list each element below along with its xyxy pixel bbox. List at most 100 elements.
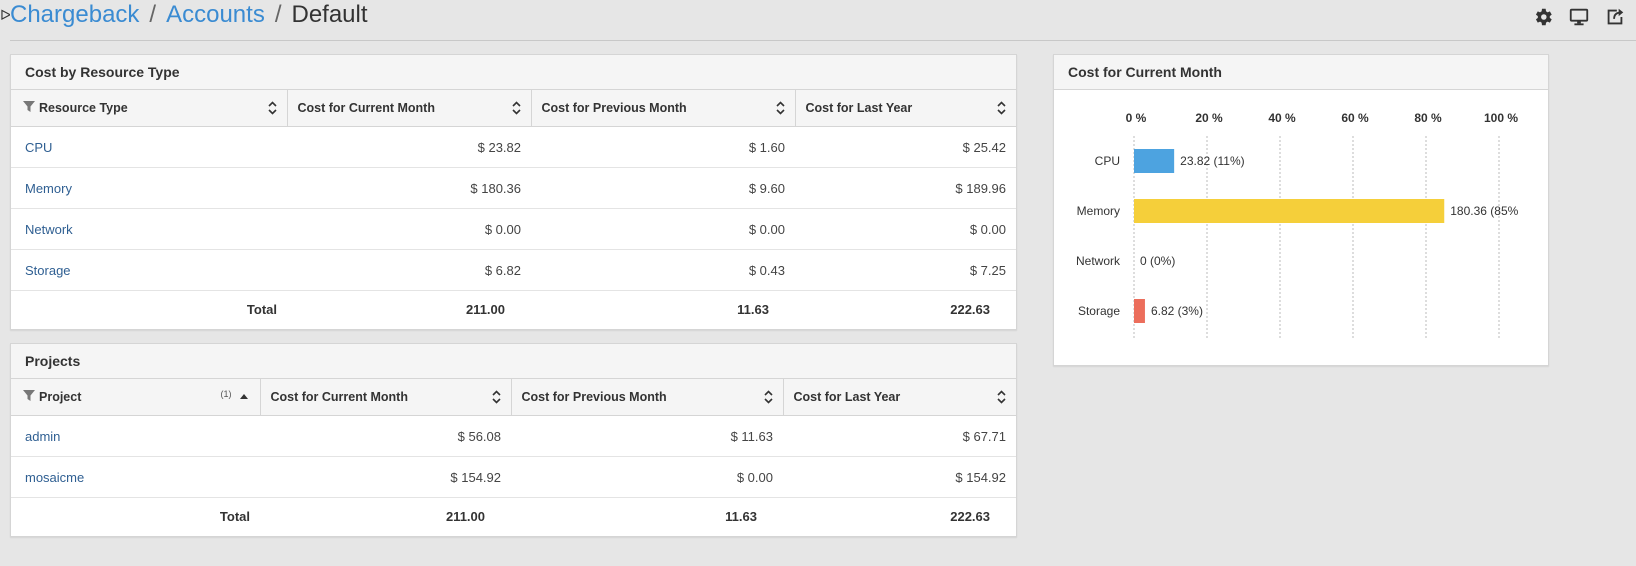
last-year-cell: $ 25.42 xyxy=(795,126,1016,168)
breadcrumb-separator: / xyxy=(149,1,157,28)
column-header-previous-month[interactable]: Cost for Previous Month xyxy=(531,90,796,127)
cost-bar-chart: 0 % 20 % 40 % 60 % 80 % 100 % CPU 23.82 (11%) Me… xyxy=(1076,111,1519,340)
resource-panel-title: Cost by Resource Type xyxy=(11,55,1016,90)
filter-icon[interactable] xyxy=(23,101,35,113)
sort-icon[interactable] xyxy=(775,101,785,115)
current-month-cell: $ 154.92 xyxy=(260,456,511,498)
tick-label: 60 % xyxy=(1341,111,1369,125)
column-header-resource-type[interactable]: Resource Type xyxy=(11,90,288,127)
total-label: Total xyxy=(219,508,250,524)
sort-icon[interactable] xyxy=(267,101,277,115)
column-header-current-month[interactable]: Cost for Current Month xyxy=(287,90,532,127)
total-current-month: 211.00 xyxy=(445,508,485,524)
breadcrumb-accounts-link[interactable]: Accounts xyxy=(166,1,265,28)
resource-link-storage[interactable]: Storage xyxy=(25,263,71,278)
resource-link-network[interactable]: Network xyxy=(25,222,73,237)
current-month-cell: $ 56.08 xyxy=(260,415,511,457)
previous-month-cell: $ 1.60 xyxy=(531,126,795,168)
table-row[interactable]: mosaicme $ 154.92 $ 0.00 $ 154.92 xyxy=(11,456,1016,498)
current-month-cell: $ 0.00 xyxy=(287,208,531,250)
column-header-label: Project xyxy=(39,390,82,404)
last-year-cell: $ 154.92 xyxy=(783,456,1016,498)
chart-area: 0 % 20 % 40 % 60 % 80 % 100 % CPU 23.82 (11%) Me… xyxy=(1054,90,1548,365)
project-link-mosaicme[interactable]: mosaicme xyxy=(25,470,84,485)
tick-label: 100 % xyxy=(1484,111,1518,125)
tick-label: 40 % xyxy=(1268,111,1296,125)
column-header-last-year[interactable]: Cost for Last Year xyxy=(783,379,1016,416)
previous-month-cell: $ 0.00 xyxy=(511,456,783,498)
table-header-row: Project (1) Cost for Current Month Cost … xyxy=(11,379,1016,416)
chart-panel-title: Cost for Current Month xyxy=(1054,55,1548,90)
previous-month-cell: $ 11.63 xyxy=(511,415,783,457)
column-header-previous-month[interactable]: Cost for Previous Month xyxy=(511,379,784,416)
data-label: 0 (0%) xyxy=(1140,254,1175,268)
resource-name-cell: Memory xyxy=(11,167,287,209)
category-label: Storage xyxy=(1078,304,1120,318)
sort-icon[interactable] xyxy=(763,390,773,404)
project-link-admin[interactable]: admin xyxy=(25,429,60,444)
data-label: 180.36 (85% xyxy=(1450,204,1518,218)
data-label: 6.82 (3%) xyxy=(1151,304,1203,318)
tick-label: 20 % xyxy=(1195,111,1223,125)
previous-month-cell: $ 9.60 xyxy=(531,167,795,209)
resource-link-memory[interactable]: Memory xyxy=(25,181,72,196)
toolbar xyxy=(1526,6,1636,28)
export-icon[interactable] xyxy=(1604,6,1626,28)
resource-name-cell: CPU xyxy=(11,126,287,168)
resource-name-cell: Storage xyxy=(11,249,287,291)
resource-cost-panel: Cost by Resource Type Resource Type Cost… xyxy=(10,54,1017,330)
last-year-cell: $ 7.25 xyxy=(795,249,1016,291)
sort-icon[interactable] xyxy=(491,390,501,404)
filter-icon[interactable] xyxy=(23,390,35,402)
last-year-cell: $ 67.71 xyxy=(783,415,1016,457)
category-label: CPU xyxy=(1095,154,1120,168)
column-header-label: Cost for Last Year xyxy=(793,390,901,404)
column-header-label: Cost for Current Month xyxy=(297,101,435,115)
total-label: Total xyxy=(246,301,277,317)
total-current-month: 211.00 xyxy=(465,301,505,317)
previous-month-cell: $ 0.43 xyxy=(531,249,795,291)
resource-name-cell: Network xyxy=(11,208,287,250)
resource-cost-table: Resource Type Cost for Current Month Cos… xyxy=(11,90,1016,327)
total-last-year: 222.63 xyxy=(950,301,990,317)
total-row: Total 211.00 11.63 222.63 xyxy=(11,498,1016,535)
resource-link-cpu[interactable]: CPU xyxy=(25,140,52,155)
tick-label: 0 % xyxy=(1126,111,1147,125)
sort-icon[interactable] xyxy=(997,390,1006,404)
current-month-cell: $ 23.82 xyxy=(287,126,531,168)
table-row[interactable]: admin $ 56.08 $ 11.63 $ 67.71 xyxy=(11,415,1016,457)
column-header-label: Resource Type xyxy=(39,101,128,115)
current-month-cell: $ 6.82 xyxy=(287,249,531,291)
column-header-project[interactable]: Project (1) xyxy=(11,379,261,416)
table-header-row: Resource Type Cost for Current Month Cos… xyxy=(11,90,1016,127)
top-bar: ᐅ Chargeback / Accounts / Default xyxy=(0,0,1636,42)
table-row[interactable]: CPU $ 23.82 $ 1.60 $ 25.42 xyxy=(11,126,1016,168)
table-row[interactable]: Network $ 0.00 $ 0.00 $ 0.00 xyxy=(11,208,1016,250)
category-label: Network xyxy=(1076,254,1121,268)
table-row[interactable]: Memory $ 180.36 $ 9.60 $ 189.96 xyxy=(11,167,1016,209)
table-row[interactable]: Storage $ 6.82 $ 0.43 $ 7.25 xyxy=(11,249,1016,291)
bar-storage xyxy=(1134,299,1145,323)
total-previous-month: 11.63 xyxy=(737,301,769,317)
breadcrumb-chargeback-link[interactable]: Chargeback xyxy=(10,1,139,28)
breadcrumb-separator: / xyxy=(274,1,282,28)
total-last-year: 222.63 xyxy=(950,508,990,524)
breadcrumb: ᐅ Chargeback / Accounts / Default xyxy=(0,0,368,30)
total-previous-month: 11.63 xyxy=(725,508,757,524)
column-header-label: Cost for Last Year xyxy=(805,101,913,115)
category-label: Memory xyxy=(1077,204,1120,218)
sort-order-badge: (1) xyxy=(220,389,232,399)
project-name-cell: mosaicme xyxy=(11,456,260,498)
sort-icon[interactable] xyxy=(997,101,1006,115)
monitor-icon[interactable] xyxy=(1568,6,1590,28)
project-name-cell: admin xyxy=(11,415,260,457)
column-header-label: Cost for Current Month xyxy=(270,390,408,404)
column-header-label: Cost for Previous Month xyxy=(521,390,667,404)
bar-memory xyxy=(1134,199,1445,223)
gear-icon[interactable] xyxy=(1532,6,1554,28)
data-label: 23.82 (11%) xyxy=(1180,154,1244,168)
sort-ascending-icon[interactable] xyxy=(239,394,248,399)
sort-icon[interactable] xyxy=(511,101,521,115)
column-header-last-year[interactable]: Cost for Last Year xyxy=(795,90,1016,127)
column-header-current-month[interactable]: Cost for Current Month xyxy=(260,379,512,416)
